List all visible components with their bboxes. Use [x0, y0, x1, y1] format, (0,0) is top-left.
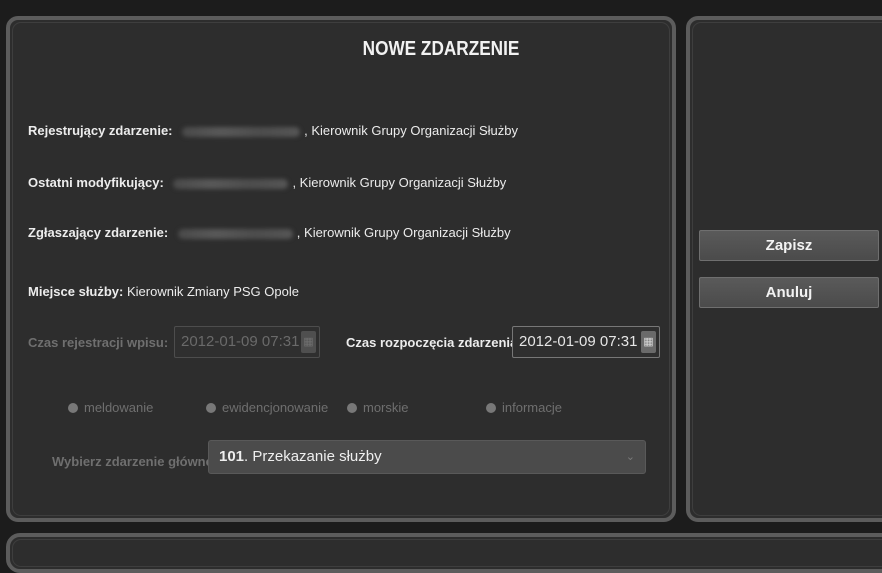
radio-dot-icon	[206, 403, 216, 413]
bottom-panel	[6, 533, 882, 573]
service-place-value: Kierownik Zmiany PSG Opole	[127, 284, 299, 299]
actions-panel	[686, 16, 882, 522]
registering-user-row: Rejestrujący zdarzenie: , Kierownik Grup…	[28, 123, 518, 138]
radio-morskie: morskie	[347, 400, 409, 415]
event-start-time-value: 2012-01-09 07:31	[519, 333, 638, 350]
radio-dot-icon	[347, 403, 357, 413]
reporting-user-row: Zgłaszający zdarzenie: , Kierownik Grupy…	[28, 225, 511, 240]
radio-informacje: informacje	[486, 400, 562, 415]
radio-dot-icon	[486, 403, 496, 413]
redacted-name	[177, 228, 293, 239]
event-start-time-field[interactable]: 2012-01-09 07:31 ▦	[512, 326, 660, 358]
reporting-user-role: , Kierownik Grupy Organizacji Służby	[296, 225, 511, 240]
last-modifier-label: Ostatni modyfikujący:	[28, 175, 164, 190]
radio-label: morskie	[363, 400, 409, 415]
calendar-icon: ▦	[301, 331, 316, 353]
calendar-icon[interactable]: ▦	[641, 331, 656, 353]
form-title: NOWE ZDARZENIE	[362, 38, 520, 60]
redacted-name	[182, 126, 301, 137]
chevron-down-icon[interactable]: ⌄	[626, 441, 635, 473]
last-modifier-row: Ostatni modyfikujący: , Kierownik Grupy …	[28, 175, 506, 190]
service-place-label: Miejsce służby:	[28, 284, 124, 299]
radio-dot-icon	[68, 403, 78, 413]
main-event-code: 101	[219, 448, 245, 465]
radio-label: informacje	[502, 400, 562, 415]
radio-label: meldowanie	[84, 400, 154, 415]
last-modifier-role: , Kierownik Grupy Organizacji Służby	[292, 175, 507, 190]
radio-meldowanie: meldowanie	[68, 400, 153, 415]
main-event-select[interactable]: 101. Przekazanie służby ⌄	[208, 440, 646, 474]
registering-user-label: Rejestrujący zdarzenie:	[28, 123, 173, 138]
main-event-select-label: Wybierz zdarzenie główne:	[52, 454, 218, 469]
registration-time-label: Czas rejestracji wpisu:	[28, 335, 169, 350]
reporting-user-label: Zgłaszający zdarzenie:	[28, 225, 169, 240]
cancel-button[interactable]: Anuluj	[699, 277, 879, 308]
registering-user-role: , Kierownik Grupy Organizacji Służby	[304, 123, 518, 138]
main-event-text: . Przekazanie służby	[244, 448, 382, 465]
registration-time-field: 2012-01-09 07:31 ▦	[174, 326, 320, 358]
radio-ewidencjonowanie: ewidencjonowanie	[206, 400, 328, 415]
service-place-row: Miejsce służby: Kierownik Zmiany PSG Opo…	[28, 284, 299, 299]
save-button[interactable]: Zapisz	[699, 230, 879, 261]
radio-label: ewidencjonowanie	[222, 400, 329, 415]
registration-time-value: 2012-01-09 07:31	[181, 333, 300, 350]
redacted-name	[173, 178, 289, 189]
event-start-time-label: Czas rozpoczęcia zdarzenia:	[346, 335, 522, 350]
